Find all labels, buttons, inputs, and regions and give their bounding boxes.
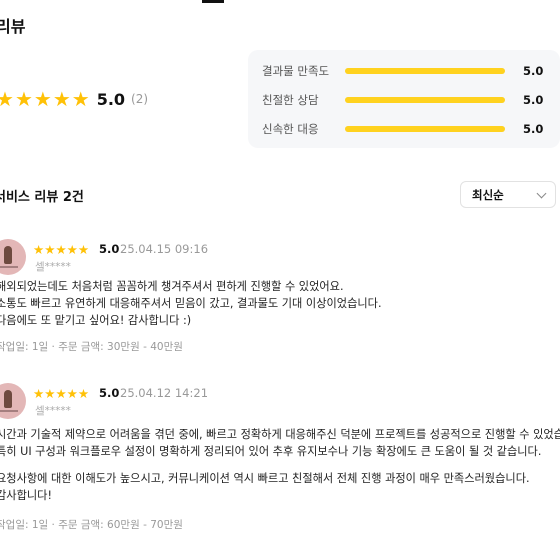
- review-stars: ★ ★ ★ ★ ★: [33, 243, 89, 256]
- review-section-title: 서비스 리뷰 2건: [0, 190, 84, 205]
- criteria-bar-fill: [345, 126, 505, 132]
- criteria-bar: [345, 68, 505, 74]
- review-line: [0, 460, 560, 470]
- criteria-bar: [345, 126, 505, 132]
- avatar-figure: [4, 246, 12, 264]
- criteria-row: 결과물 만족도 5.0: [248, 61, 560, 81]
- criteria-score: 5.0: [523, 64, 544, 78]
- tab-indicator: [202, 0, 224, 3]
- review-body: 시간과 기술적 제약으로 어려움을 겪던 중에, 빠르고 정확하게 대응해주신 …: [0, 426, 560, 504]
- star-icon: ★: [0, 87, 14, 111]
- review-count: (2): [131, 92, 149, 106]
- reviewer-name: 셀*****: [35, 405, 71, 417]
- criteria-bar-fill: [345, 97, 505, 103]
- star-icon: ★: [52, 87, 71, 111]
- sort-selected-label: 최신순: [472, 187, 504, 202]
- star-icon: ★: [55, 386, 67, 401]
- review-meta: 작업일: 1일 · 주문 금액: 30만원 - 40만원: [0, 341, 183, 353]
- star-icon: ★: [44, 386, 56, 401]
- review-body: 해외되었는데도 처음처럼 꼼꼼하게 챙겨주셔서 편하게 진행할 수 있었어요. …: [0, 278, 382, 329]
- avatar[interactable]: [0, 239, 26, 275]
- star-icon: ★: [71, 87, 90, 111]
- avatar-figure: [4, 390, 12, 408]
- average-score: 5.0: [96, 89, 126, 109]
- criteria-score: 5.0: [523, 93, 544, 107]
- criteria-label: 신속한 대응: [262, 122, 319, 136]
- reviewer-name: 셀*****: [35, 261, 71, 273]
- star-icon: ★: [66, 242, 78, 257]
- avatar-caption: [0, 266, 18, 268]
- criteria-bar: [345, 97, 505, 103]
- criteria-row: 신속한 대응 5.0: [248, 119, 560, 139]
- review-line: 소통도 빠르고 유연하게 대응해주셔서 믿음이 갔고, 결과물도 기대 이상이었…: [0, 297, 382, 310]
- star-icon: ★: [77, 386, 90, 401]
- criteria-panel: 결과물 만족도 5.0 친절한 상담 5.0 신속한 대응 5.0: [248, 50, 560, 148]
- review-score: 5.0: [99, 242, 120, 256]
- criteria-bar-fill: [345, 68, 505, 74]
- star-icon: ★: [66, 386, 78, 401]
- review-line: 다음에도 또 맡기고 싶어요! 감사합니다 :): [0, 314, 192, 327]
- review-line: 특히 UI 구성과 워크플로우 설정이 명확하게 정리되어 있어 추후 유지보수…: [0, 445, 542, 458]
- star-icon: ★: [33, 386, 45, 401]
- criteria-label: 친절한 상담: [262, 93, 319, 107]
- review-score: 5.0: [99, 386, 120, 400]
- rating-stars: ★ ★ ★ ★ ★: [0, 89, 91, 109]
- criteria-label: 결과물 만족도: [262, 64, 330, 78]
- review-date: 25.04.12 14:21: [120, 386, 209, 400]
- rating-summary: ★ ★ ★ ★ ★ 5.0 (2): [0, 89, 148, 109]
- review-line: 감사합니다!: [0, 489, 52, 502]
- star-icon: ★: [33, 87, 52, 111]
- review-meta: 작업일: 1일 · 주문 금액: 60만원 - 70만원: [0, 519, 183, 531]
- sort-select[interactable]: 최신순: [460, 181, 556, 208]
- review-line: 시간과 기술적 제약으로 어려움을 겪던 중에, 빠르고 정확하게 대응해주신 …: [0, 428, 560, 441]
- star-icon: ★: [44, 242, 56, 257]
- star-icon: ★: [33, 242, 45, 257]
- criteria-score: 5.0: [523, 122, 544, 136]
- criteria-row: 친절한 상담 5.0: [248, 90, 560, 110]
- review-line: 해외되었는데도 처음처럼 꼼꼼하게 챙겨주셔서 편하게 진행할 수 있었어요.: [0, 280, 344, 293]
- star-icon: ★: [14, 87, 33, 111]
- avatar-caption: [0, 410, 18, 412]
- chevron-down-icon: [536, 188, 547, 199]
- star-icon: ★: [77, 242, 90, 257]
- review-date: 25.04.15 09:16: [120, 242, 209, 256]
- review-line: 요청사항에 대한 이해도가 높으시고, 커뮤니케이션 역시 빠르고 친절해서 전…: [0, 472, 530, 485]
- star-icon: ★: [55, 242, 67, 257]
- avatar[interactable]: [0, 383, 26, 419]
- review-stars: ★ ★ ★ ★ ★: [33, 387, 89, 400]
- page-title: 리뷰: [0, 17, 26, 36]
